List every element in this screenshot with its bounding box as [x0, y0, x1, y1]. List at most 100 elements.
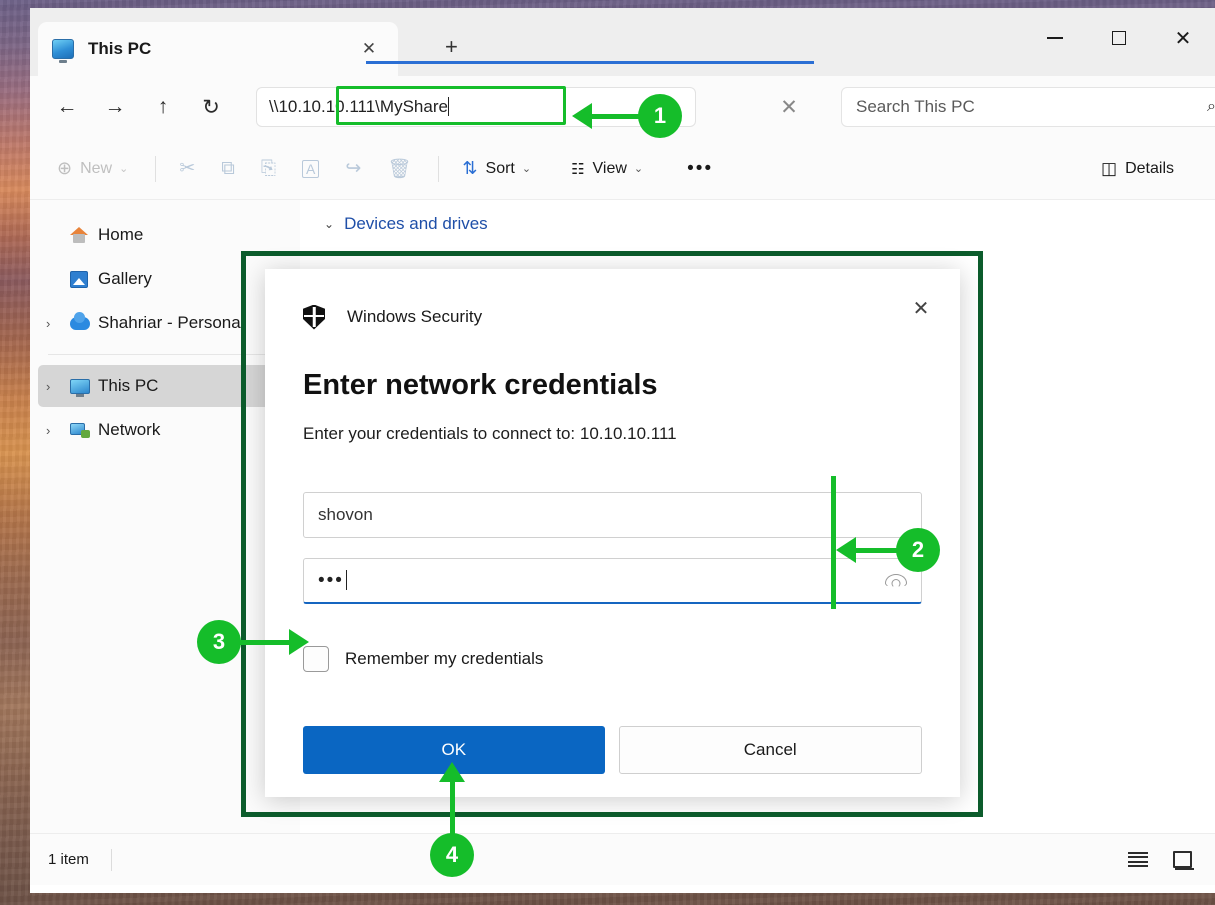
- forward-button[interactable]: →: [94, 86, 136, 128]
- search-input[interactable]: Search This PC: [856, 97, 1207, 117]
- arrow-line: [449, 781, 455, 837]
- refresh-button[interactable]: ↻: [190, 86, 232, 128]
- divider: [438, 155, 440, 182]
- delete-button[interactable]: 🗑: [376, 150, 422, 188]
- chevron-down-icon: ⌄: [521, 163, 532, 175]
- dialog-buttons: OK Cancel: [303, 726, 922, 774]
- this-pc-icon: [70, 378, 98, 394]
- title-bar: This PC ✕ + ✕: [30, 8, 1215, 76]
- annotation-badge-2: 2: [896, 528, 940, 572]
- divider: [155, 155, 157, 182]
- arrow-head-left-icon: [572, 103, 592, 129]
- dialog-title: Enter network credentials: [303, 369, 658, 401]
- tab-close-icon[interactable]: ✕: [354, 34, 384, 64]
- list-view-icon[interactable]: [1123, 847, 1153, 873]
- share-button[interactable]: ↪: [334, 150, 372, 188]
- command-bar: ⊕ New ⌄ ✂ ⧉ ⎘ A ↪ 🗑 ⇅ Sort ⌄ ☷ View ⌄ ••…: [30, 138, 1215, 200]
- view-button[interactable]: ☷ View ⌄: [560, 150, 654, 188]
- sidebar-item-home[interactable]: Home: [38, 214, 292, 256]
- rename-button[interactable]: A: [291, 150, 330, 188]
- rename-icon: A: [302, 159, 320, 178]
- expand-chevron[interactable]: ›: [46, 379, 70, 394]
- details-pane-button[interactable]: ◫ Details: [1090, 150, 1185, 188]
- paste-button[interactable]: ⎘: [250, 150, 287, 188]
- dialog-close-icon[interactable]: ✕: [904, 291, 938, 325]
- plus-circle-icon: ⊕: [57, 158, 73, 178]
- close-button[interactable]: ✕: [1151, 8, 1215, 68]
- search-box[interactable]: Search This PC ⌕: [841, 87, 1215, 127]
- scissors-icon: ✂: [179, 158, 196, 179]
- sidebar-item-label: This PC: [98, 376, 159, 395]
- group-header-devices-and-drives[interactable]: ⌄ Devices and drives: [324, 214, 1215, 234]
- tiles-view-icon[interactable]: [1167, 847, 1197, 873]
- minimize-button[interactable]: [1023, 8, 1087, 68]
- dialog-app-name: Windows Security: [347, 307, 483, 326]
- new-button[interactable]: ⊕ New ⌄: [46, 150, 139, 188]
- copy-button[interactable]: ⧉: [210, 150, 246, 188]
- details-label: Details: [1125, 159, 1174, 177]
- dialog-header: Windows Security: [303, 295, 922, 339]
- network-icon: [70, 422, 98, 438]
- arrow-head-left-icon: [836, 537, 856, 563]
- arrow-head-right-icon: [289, 629, 309, 655]
- copy-icon: ⧉: [221, 157, 235, 179]
- back-button[interactable]: ←: [46, 86, 88, 128]
- dialog-subtitle: Enter your credentials to connect to: 10…: [303, 424, 677, 443]
- remember-credentials-row[interactable]: Remember my credentials: [303, 646, 922, 672]
- address-focus-underline: [366, 61, 814, 64]
- annotation-badge-1: 1: [638, 94, 682, 138]
- arrow-line: [239, 639, 289, 645]
- onedrive-icon: [70, 311, 98, 330]
- sidebar-item-label: Home: [98, 225, 144, 244]
- chevron-down-icon[interactable]: ⌄: [324, 217, 334, 231]
- cut-button[interactable]: ✂: [168, 150, 206, 188]
- sort-button[interactable]: ⇅ Sort ⌄: [451, 150, 542, 188]
- group-header-label: Devices and drives: [344, 214, 488, 233]
- search-icon: ⌕: [1207, 98, 1215, 115]
- trash-icon: 🗑: [387, 158, 412, 180]
- view-label: View: [592, 159, 627, 177]
- share-icon: ↪: [345, 158, 362, 179]
- this-pc-icon: [52, 39, 74, 59]
- up-button[interactable]: ↑: [142, 86, 184, 128]
- annotation-1-highlight: [336, 86, 566, 125]
- sort-label: Sort: [485, 159, 515, 177]
- tab-label: This PC: [88, 39, 152, 58]
- paste-icon: ⎘: [260, 157, 277, 179]
- remember-credentials-label: Remember my credentials: [345, 649, 544, 668]
- divider: [110, 848, 112, 871]
- sort-icon: ⇅: [462, 158, 478, 178]
- item-count-label: 1 item: [48, 851, 89, 868]
- window-controls: ✕: [1023, 8, 1215, 68]
- cancel-button[interactable]: Cancel: [618, 726, 922, 774]
- address-clear-icon[interactable]: ✕: [768, 86, 810, 128]
- arrow-head-up-icon: [439, 762, 465, 782]
- sidebar-item-label: Shahriar - Personal: [98, 313, 245, 332]
- annotation-2: 2: [836, 528, 940, 572]
- maximize-button[interactable]: [1087, 8, 1151, 68]
- view-toggle-group: [1123, 847, 1197, 873]
- password-field[interactable]: •••: [303, 558, 922, 604]
- chevron-down-icon: ⌄: [119, 163, 129, 175]
- arrow-line: [856, 547, 898, 553]
- status-bar: 1 item: [30, 833, 1215, 885]
- username-input[interactable]: shovon: [318, 505, 907, 525]
- new-label: New: [80, 159, 113, 177]
- details-pane-icon: ◫: [1101, 158, 1118, 178]
- eye-icon[interactable]: [885, 573, 907, 588]
- new-tab-button[interactable]: +: [445, 36, 458, 58]
- sidebar-item-label: Network: [98, 420, 161, 439]
- chevron-down-icon: ⌄: [633, 163, 644, 175]
- expand-chevron[interactable]: ›: [46, 423, 70, 438]
- annotation-3: 3: [197, 620, 309, 664]
- annotation-badge-4: 4: [430, 833, 474, 877]
- gallery-icon: [70, 270, 98, 288]
- tab-this-pc[interactable]: This PC ✕: [38, 22, 398, 76]
- username-field[interactable]: shovon: [303, 492, 922, 538]
- annotation-badge-3: 3: [197, 620, 241, 664]
- password-input[interactable]: •••: [318, 569, 885, 592]
- shield-icon: [303, 304, 325, 330]
- expand-chevron[interactable]: ›: [46, 316, 70, 331]
- home-icon: [70, 227, 98, 243]
- more-options-button[interactable]: •••: [676, 150, 724, 188]
